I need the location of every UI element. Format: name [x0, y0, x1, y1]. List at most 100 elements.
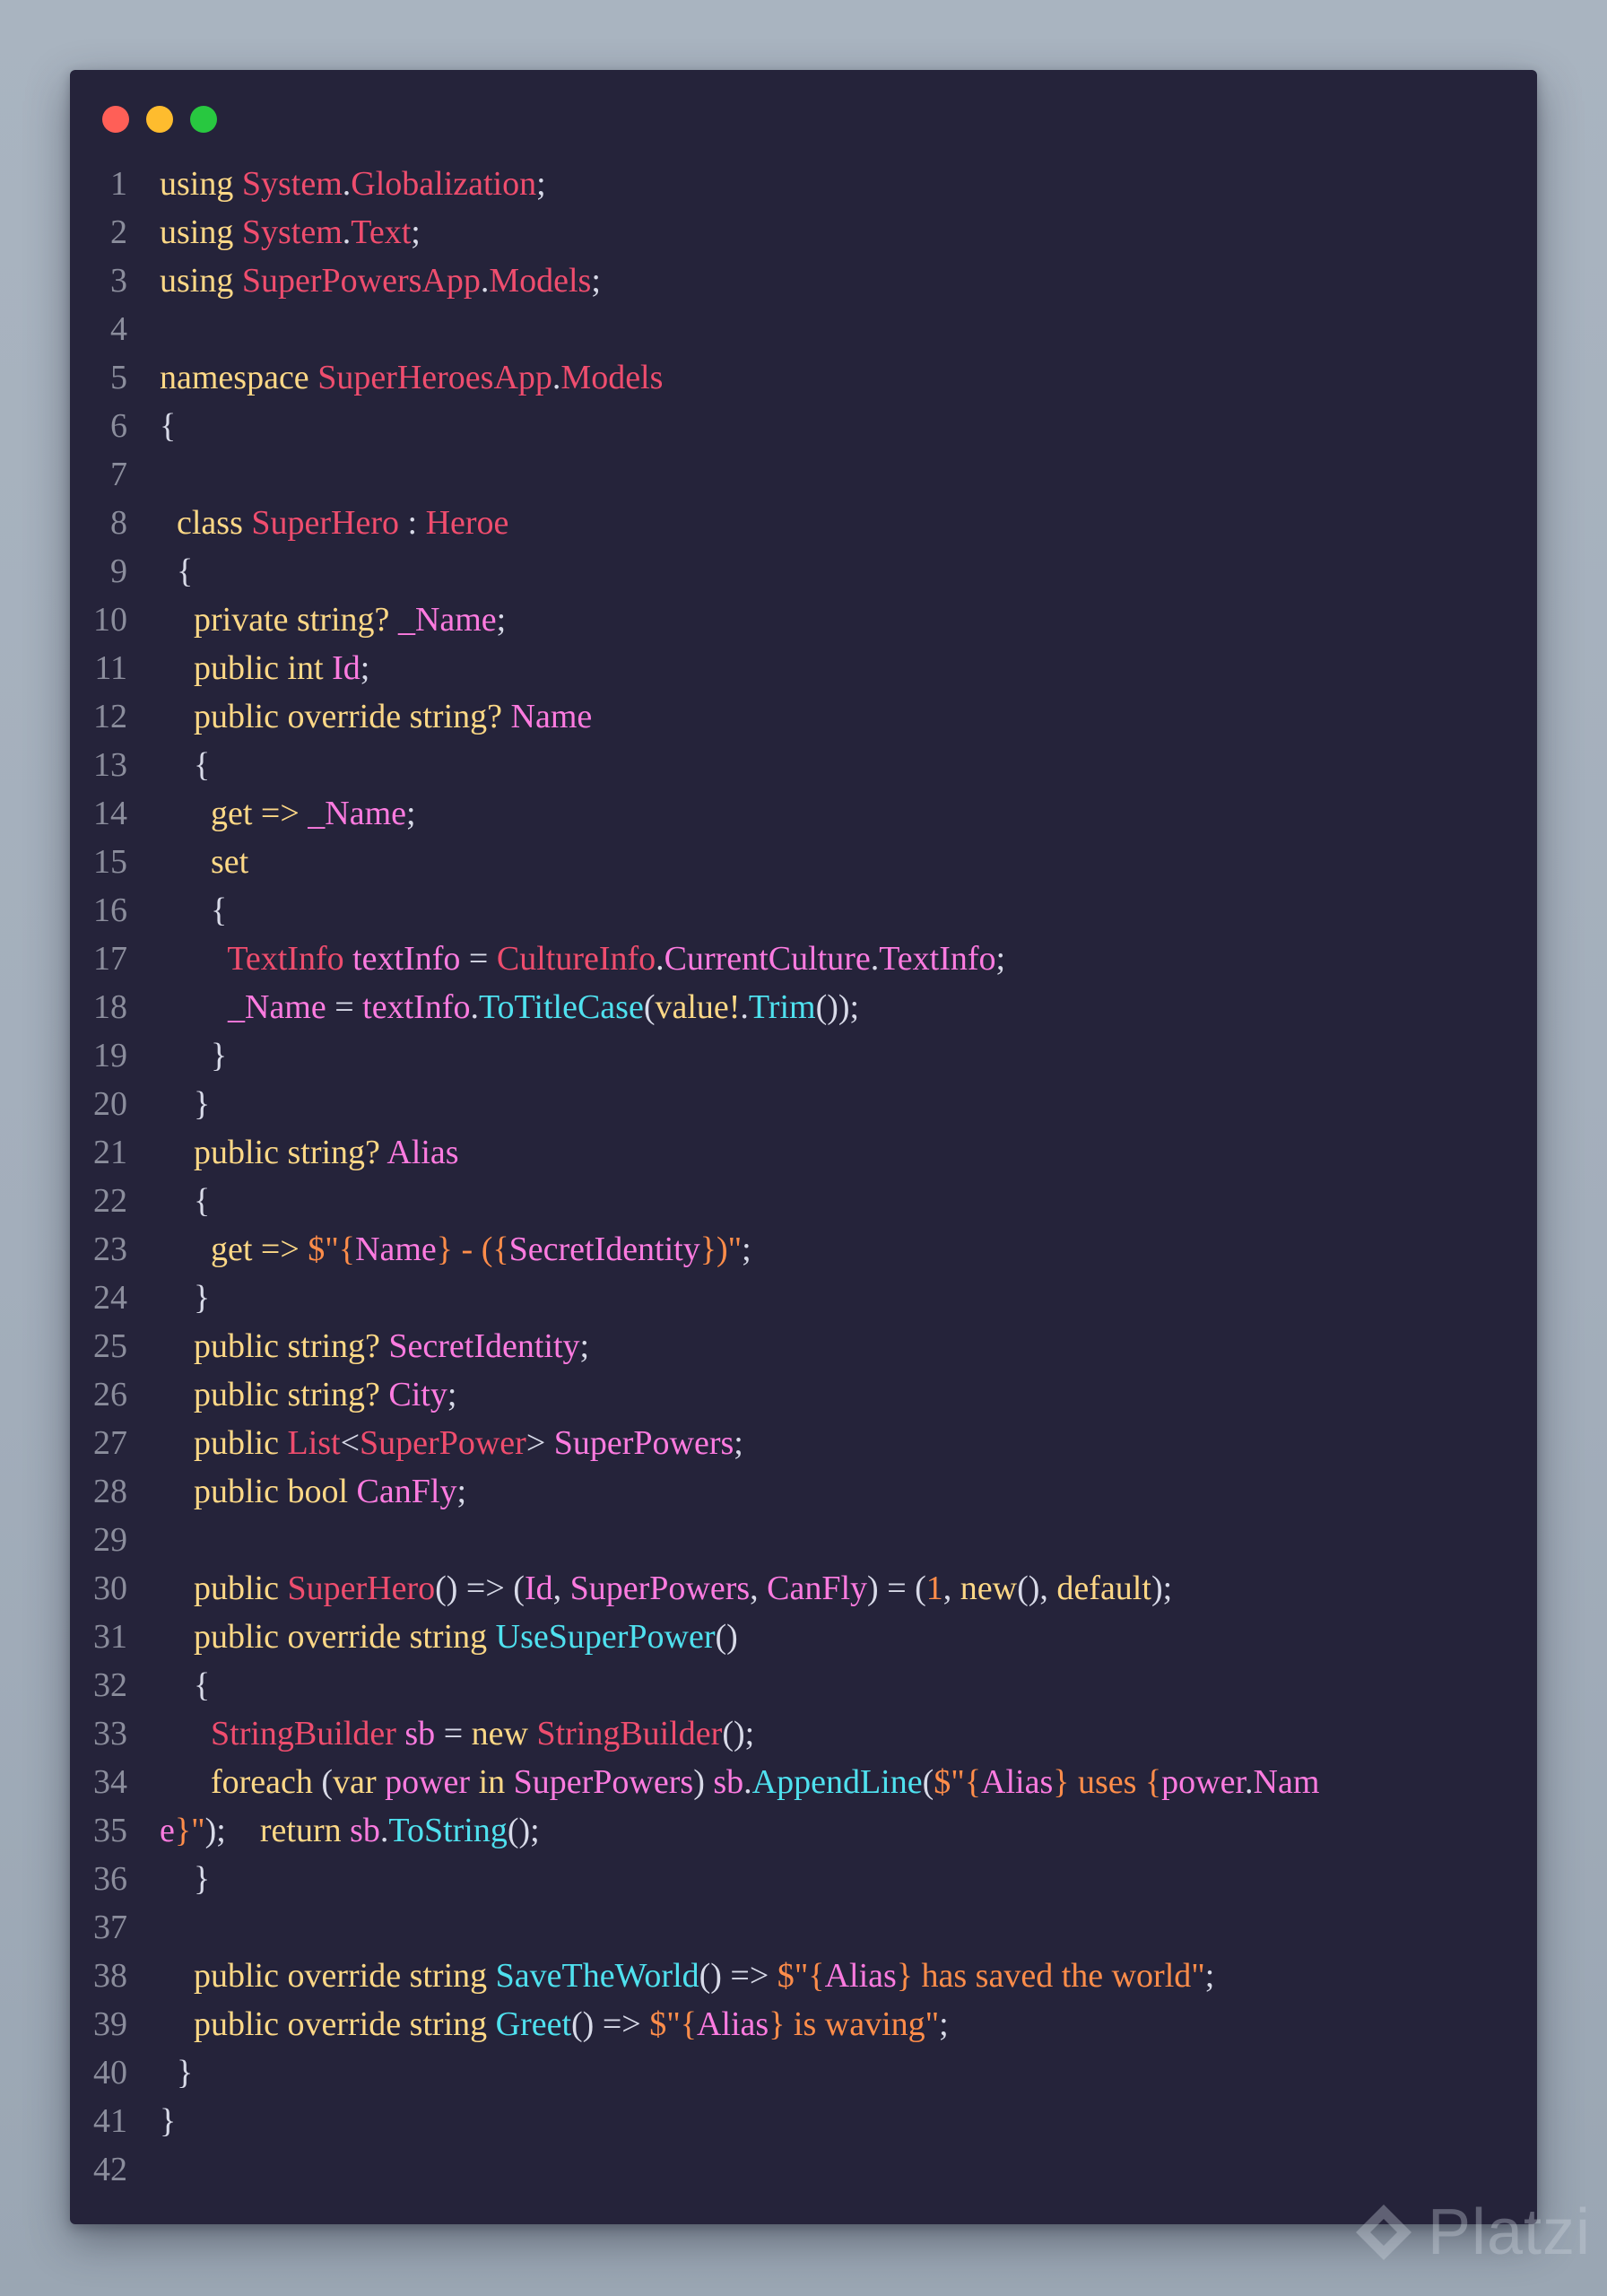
code-line: 12 public override string? Name [70, 692, 1537, 741]
code-line: 19 } [70, 1031, 1537, 1080]
maximize-button[interactable] [190, 106, 217, 133]
code-token: public override string? [194, 698, 511, 735]
code-line: 8 class SuperHero : Heroe [70, 499, 1537, 547]
line-number: 13 [93, 746, 127, 784]
code-token: namespace [160, 359, 318, 396]
code-token: } - ({ [436, 1231, 509, 1268]
code-token: $"{ [649, 2005, 697, 2043]
line-number: 36 [93, 1860, 127, 1898]
code-token: ) = ( [867, 1570, 926, 1607]
code-token: public [194, 1424, 288, 1462]
code-line: 28 public bool CanFly; [70, 1467, 1537, 1516]
code-token: SuperHero [287, 1570, 436, 1607]
line-number: 34 [93, 1763, 127, 1801]
line-number: 15 [93, 843, 127, 881]
code-token: Models [560, 359, 664, 396]
code-token: ; [456, 1473, 467, 1510]
code-token: { [160, 552, 194, 590]
code-token: . [870, 940, 880, 978]
line-text: public override string SaveTheWorld() =>… [160, 1952, 1214, 2000]
code-token: ); [1151, 1570, 1173, 1607]
code-token: public int [194, 649, 333, 687]
code-token: value! [655, 988, 741, 1026]
code-token: sb [713, 1763, 744, 1801]
code-token: } [160, 1860, 211, 1898]
code-token: public string? [194, 1376, 389, 1413]
code-line: 21 public string? Alias [70, 1128, 1537, 1177]
code-window: 1 using System.Globalization; 2 using Syste… [70, 70, 1537, 2224]
line-number: 29 [93, 1521, 127, 1559]
line-text: e}"); return sb.ToString(); [160, 1806, 540, 1855]
code-token: private string? [194, 601, 398, 639]
line-number: 17 [93, 940, 127, 978]
line-text: { [160, 741, 210, 789]
line-text: } [160, 2048, 193, 2097]
code-token: System [241, 165, 343, 203]
line-number: 16 [93, 891, 127, 929]
line-text: { [160, 547, 193, 596]
line-number: 27 [93, 1424, 127, 1462]
line-number: 1 [110, 165, 127, 203]
code-token: using [160, 213, 242, 251]
minimize-button[interactable] [146, 106, 173, 133]
line-text: class SuperHero : Heroe [160, 499, 508, 547]
line-text: public string? SecretIdentity; [160, 1322, 589, 1370]
code-token: () => [699, 1957, 777, 1995]
code-token: get => [211, 1231, 308, 1268]
code-line: 11 public int Id; [70, 644, 1537, 692]
code-token: $"{ [777, 1957, 825, 1995]
code-line: 20 } [70, 1080, 1537, 1128]
code-token: Alias [824, 1957, 897, 1995]
close-button[interactable] [102, 106, 129, 133]
code-token: (); [722, 1715, 755, 1752]
code-token: ToString [388, 1812, 508, 1849]
line-number: 9 [110, 552, 127, 590]
code-token: SecretIdentity [388, 1327, 580, 1365]
line-text: get => $"{Name} - ({SecretIdentity})"; [160, 1225, 751, 1274]
code-token: SaveTheWorld [495, 1957, 699, 1995]
code-token: ; [939, 2005, 949, 2043]
code-line: 14 get => _Name; [70, 789, 1537, 838]
code-token: public override string [194, 2005, 496, 2043]
code-token: Alias [387, 1134, 459, 1171]
line-number: 12 [93, 698, 127, 735]
code-token: Globalization [351, 165, 537, 203]
code-token: Greet [495, 2005, 572, 2043]
line-number: 8 [110, 504, 127, 542]
code-token: Models [489, 262, 592, 300]
code-line: 30 public SuperHero() => (Id, SuperPower… [70, 1564, 1537, 1613]
code-token: Text [351, 213, 412, 251]
line-text: } [160, 1855, 210, 1903]
code-token: foreach [211, 1763, 322, 1801]
line-text: } [160, 1274, 210, 1322]
line-text: } [160, 1080, 210, 1128]
code-token: . [342, 213, 352, 251]
code-line: 6{ [70, 402, 1537, 450]
line-number: 26 [93, 1376, 127, 1413]
code-token: , [942, 1570, 960, 1607]
line-text: { [160, 402, 176, 450]
code-token: City [388, 1376, 447, 1413]
code-token: . [480, 262, 490, 300]
code-token: > [526, 1424, 554, 1462]
code-token: ; [406, 795, 416, 832]
code-token: _Name [397, 601, 497, 639]
line-number: 39 [93, 2005, 127, 2043]
code-token: ; [742, 1231, 751, 1268]
code-token: , [552, 1570, 570, 1607]
code-token: Name [510, 698, 593, 735]
code-token: SuperHero [251, 504, 399, 542]
code-token: CanFly [767, 1570, 868, 1607]
code-token: public override string [194, 1957, 496, 1995]
code-line: 1 using System.Globalization; [70, 160, 1537, 208]
line-number: 31 [93, 1618, 127, 1656]
code-line: 13 { [70, 741, 1537, 789]
code-line: 9 { [70, 547, 1537, 596]
